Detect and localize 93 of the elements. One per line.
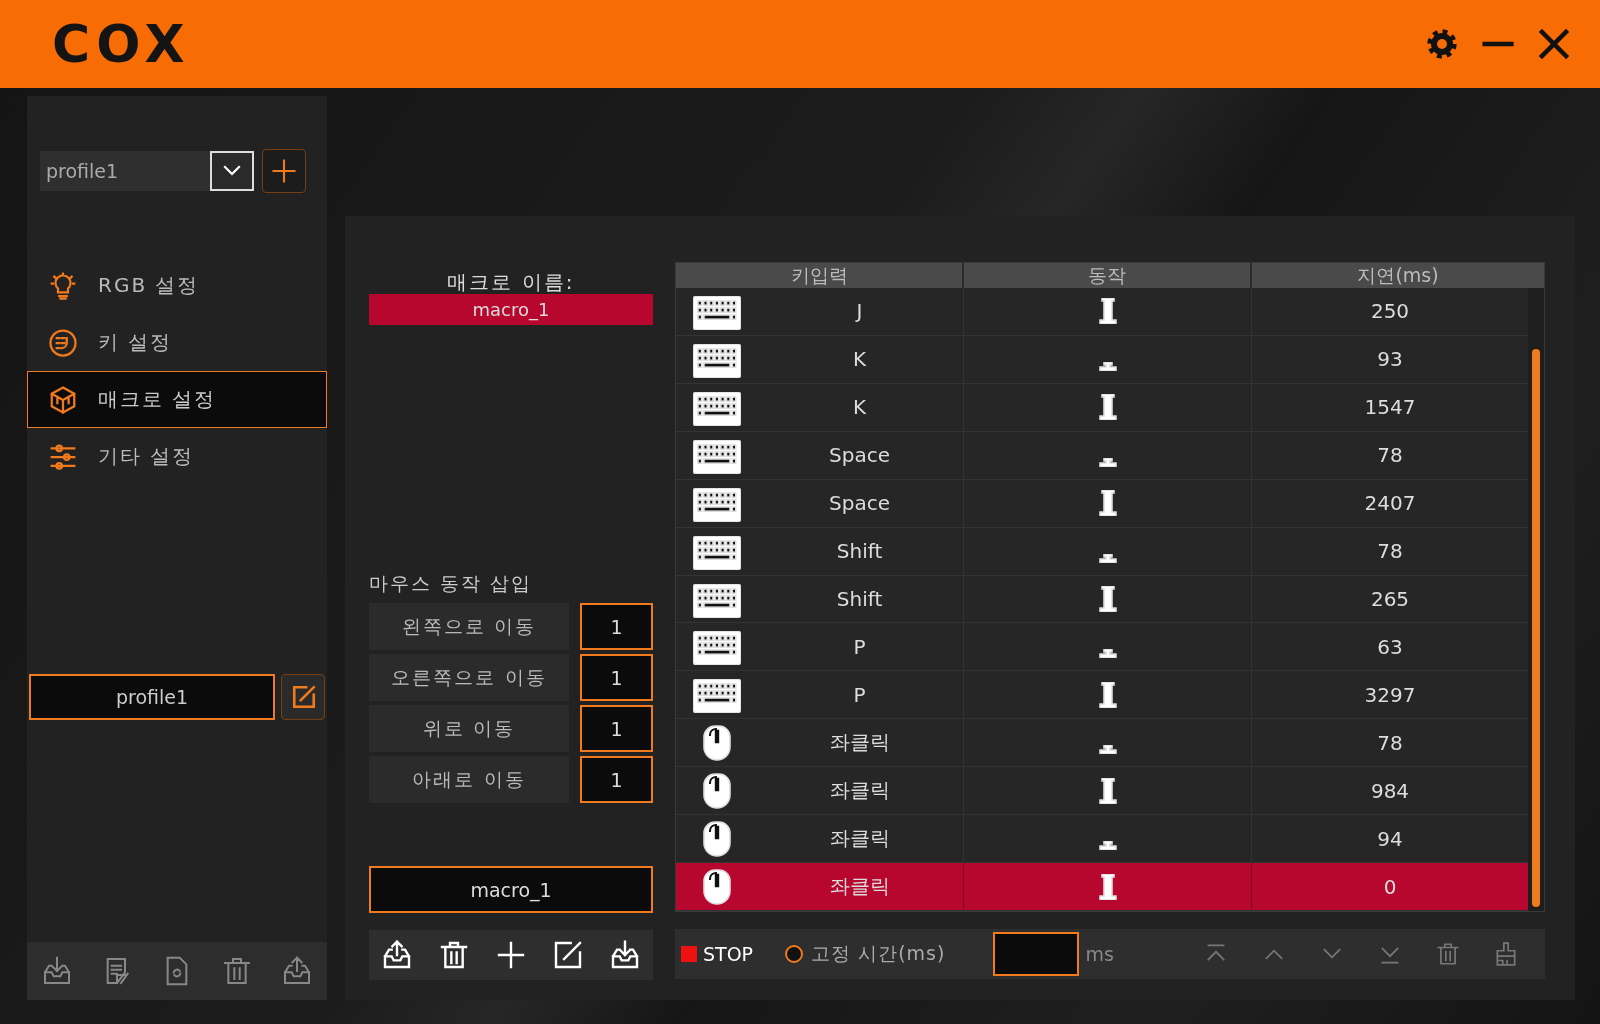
table-row[interactable]: 좌클릭 78	[676, 719, 1528, 768]
delay-value: 3297	[1364, 682, 1416, 707]
time-field[interactable]	[993, 932, 1080, 976]
profile-name-field[interactable]: profile1	[29, 674, 275, 720]
key-label: Shift	[836, 587, 883, 611]
import-icon[interactable]	[608, 939, 641, 971]
edit-button[interactable]	[281, 674, 325, 720]
key-label: P	[853, 634, 866, 659]
table-row[interactable]: Shift 78	[676, 527, 1528, 576]
stop-button[interactable]: STOP	[675, 943, 754, 965]
move-button[interactable]: 오른쪽으로 이동	[369, 654, 569, 701]
key-label: K	[852, 395, 867, 420]
macro-name-field[interactable]: macro_1	[369, 866, 653, 913]
stop-icon	[681, 946, 697, 962]
keyboard-icon	[693, 296, 741, 330]
plus-icon[interactable]	[495, 939, 527, 971]
cube-icon	[48, 384, 78, 415]
plus-icon	[270, 157, 298, 185]
delay-value: 63	[1377, 634, 1403, 659]
key-label: K	[852, 347, 867, 372]
delay-value: 93	[1377, 347, 1403, 372]
key-label: 좌클릭	[829, 825, 890, 853]
macro-list-item[interactable]: macro_1	[369, 294, 653, 325]
bulb-icon	[48, 270, 78, 301]
brush-icon[interactable]	[1493, 941, 1519, 967]
delay-value: 0	[1383, 874, 1397, 899]
key-label: 좌클릭	[829, 729, 890, 757]
table-row[interactable]: Space 78	[676, 431, 1528, 480]
mouse-icon	[703, 725, 731, 762]
delay-value: 265	[1370, 587, 1410, 611]
macro-name-label: 매크로 이름:	[446, 270, 576, 294]
close-icon[interactable]	[1538, 28, 1570, 60]
delay-value: 1547	[1364, 395, 1416, 420]
step-field[interactable]: 1	[580, 603, 653, 650]
keyboard-icon	[693, 391, 741, 426]
delay-value: 78	[1377, 730, 1403, 755]
table-row[interactable]: 좌클릭 984	[676, 767, 1528, 816]
column-header: 지연(ms)	[1356, 263, 1440, 288]
nav-item[interactable]: RGB 설정	[27, 257, 327, 314]
keyboard-icon	[693, 583, 741, 618]
key-label: Space	[829, 443, 890, 468]
move-button[interactable]: 아래로 이동	[369, 756, 569, 803]
settings-icon[interactable]	[1426, 28, 1458, 60]
chevron-down-icon	[210, 151, 254, 191]
key-label: 좌클릭	[829, 777, 890, 805]
delay-value: 2407	[1364, 491, 1416, 516]
key-label: Space	[829, 491, 890, 516]
mouse-icon	[703, 869, 731, 906]
table-row[interactable]: 좌클릭 0	[676, 863, 1528, 911]
logo: COX	[52, 18, 191, 70]
delay-value: 250	[1370, 299, 1410, 324]
keyboard-icon	[693, 343, 741, 378]
table-row[interactable]: K 1547	[676, 383, 1528, 432]
step-field[interactable]: 1	[580, 654, 653, 701]
table-row[interactable]: K 93	[676, 335, 1528, 384]
delay-value: 78	[1377, 539, 1403, 564]
step-field[interactable]: 1	[580, 705, 653, 752]
table-row[interactable]: Shift 265	[676, 575, 1528, 624]
radio-button[interactable]	[785, 945, 804, 963]
move-button[interactable]: 위로 이동	[369, 705, 569, 752]
step-field[interactable]: 1	[580, 756, 653, 803]
key-label: 좌클릭	[829, 873, 890, 900]
table-row[interactable]: J 250	[676, 288, 1528, 336]
mouse-icon	[703, 821, 731, 858]
edit-icon	[291, 684, 317, 710]
key-label: J	[856, 299, 863, 324]
nav-item[interactable]: 키 설정	[27, 314, 327, 371]
delay-value: 984	[1370, 778, 1410, 803]
table-row[interactable]: Space 2407	[676, 479, 1528, 528]
add-profile-button[interactable]	[262, 149, 306, 193]
delay-value: 78	[1377, 443, 1403, 468]
nav-item[interactable]: 매크로 설정	[27, 371, 327, 428]
table-row[interactable]: P 63	[676, 623, 1528, 672]
key-label: Shift	[836, 539, 883, 564]
table-row[interactable]: P 3297	[676, 671, 1528, 720]
nav-item[interactable]: 기타 설정	[27, 428, 327, 485]
unit-label: ms	[1085, 943, 1114, 965]
keyboard-icon	[693, 439, 741, 474]
profile-dropdown[interactable]: profile1	[40, 151, 254, 191]
mouse-icon	[703, 773, 731, 810]
table-row[interactable]: 좌클릭 94	[676, 815, 1528, 864]
keypad-icon	[48, 327, 78, 358]
scrollbar-thumb[interactable]	[1532, 349, 1540, 907]
key-label: P	[853, 682, 866, 707]
sliders-icon	[48, 441, 78, 472]
keyboard-icon	[693, 679, 741, 714]
section-label: 마우스 동작 삽입	[369, 571, 534, 596]
move-button[interactable]: 왼쪽으로 이동	[369, 603, 569, 650]
radio-label: 고정 시간(ms)	[811, 941, 946, 966]
delay-value: 94	[1377, 826, 1403, 851]
keyboard-icon	[693, 535, 741, 570]
keyboard-icon	[693, 487, 741, 522]
keyboard-icon	[693, 631, 741, 666]
